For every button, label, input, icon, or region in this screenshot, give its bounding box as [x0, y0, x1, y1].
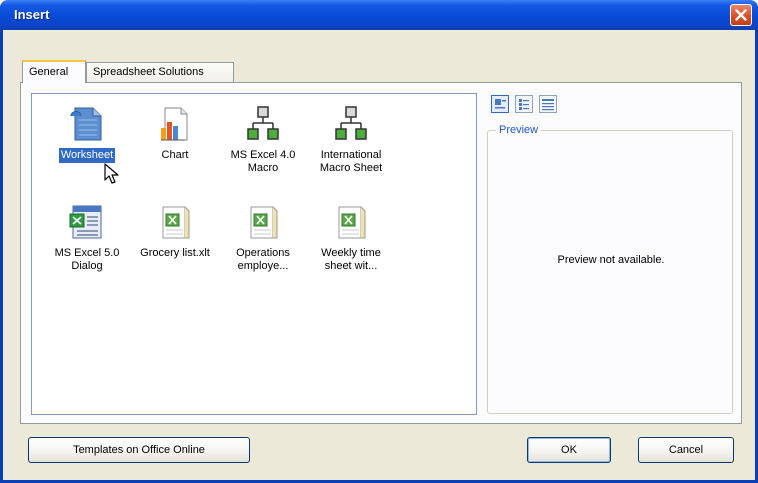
tab-spreadsheet-solutions-label: Spreadsheet Solutions — [93, 66, 204, 78]
mouse-pointer-icon — [104, 163, 119, 184]
list-item-label: International Macro Sheet — [319, 149, 383, 174]
list-view-button[interactable] — [515, 95, 534, 113]
list-item-label: Chart — [161, 149, 189, 161]
worksheet-icon — [70, 107, 102, 141]
dialog-icon — [69, 205, 102, 239]
details-view-icon — [542, 99, 555, 111]
close-icon — [735, 9, 747, 21]
macro-icon — [247, 106, 279, 140]
list-item-ms-excel-5-dialog[interactable]: MS Excel 5.0 Dialog — [44, 202, 130, 274]
list-item-worksheet[interactable]: Worksheet — [44, 104, 130, 163]
tab-general-label: General — [29, 66, 69, 78]
template-icon — [250, 206, 278, 239]
preview-message: Preview not available. — [557, 254, 665, 266]
template-icon — [338, 206, 366, 239]
list-item-label: Worksheet — [58, 148, 116, 163]
large-icons-view-button[interactable] — [491, 95, 509, 113]
list-item-label: MS Excel 4.0 Macro — [230, 149, 296, 174]
list-item-international-macro-sheet[interactable]: International Macro Sheet — [308, 104, 394, 176]
cancel-button[interactable]: Cancel — [638, 437, 734, 463]
title-bar[interactable]: Insert — [0, 0, 758, 30]
list-item-label: Grocery list.xlt — [140, 247, 210, 259]
list-item-ms-excel-4-macro[interactable]: MS Excel 4.0 Macro — [220, 104, 306, 176]
large-icons-icon — [495, 99, 506, 109]
details-view-button[interactable] — [539, 95, 558, 113]
preview-legend: Preview — [496, 124, 542, 136]
templates-on-office-online-button[interactable]: Templates on Office Online — [28, 437, 250, 463]
list-item-operations-employee[interactable]: Operations employe... — [220, 202, 306, 274]
macro-icon — [335, 106, 367, 140]
template-icon — [162, 206, 190, 239]
list-view-icon — [519, 99, 530, 110]
ok-button[interactable]: OK — [527, 437, 611, 463]
window-title: Insert — [14, 7, 50, 22]
tab-spreadsheet-solutions[interactable]: Spreadsheet Solutions — [86, 62, 234, 82]
tab-general[interactable]: General — [22, 60, 86, 83]
close-button[interactable] — [730, 4, 752, 26]
preview-group: Preview Preview not available. — [487, 124, 733, 414]
list-item-grocery-list[interactable]: Grocery list.xlt — [132, 202, 218, 261]
list-item-label: Weekly time sheet wit... — [321, 247, 381, 272]
list-item-label: Operations employe... — [236, 247, 290, 272]
view-mode-toolbar — [491, 95, 560, 115]
template-list[interactable]: Worksheet Chart MS Excel 4.0 Macro Inter… — [31, 93, 477, 415]
list-item-weekly-time-sheet[interactable]: Weekly time sheet wit... — [308, 202, 394, 274]
chart-icon — [161, 107, 188, 141]
list-item-label: MS Excel 5.0 Dialog — [54, 247, 120, 272]
general-tab-panel: Worksheet Chart MS Excel 4.0 Macro Inter… — [20, 82, 742, 424]
list-item-chart[interactable]: Chart — [132, 104, 218, 163]
